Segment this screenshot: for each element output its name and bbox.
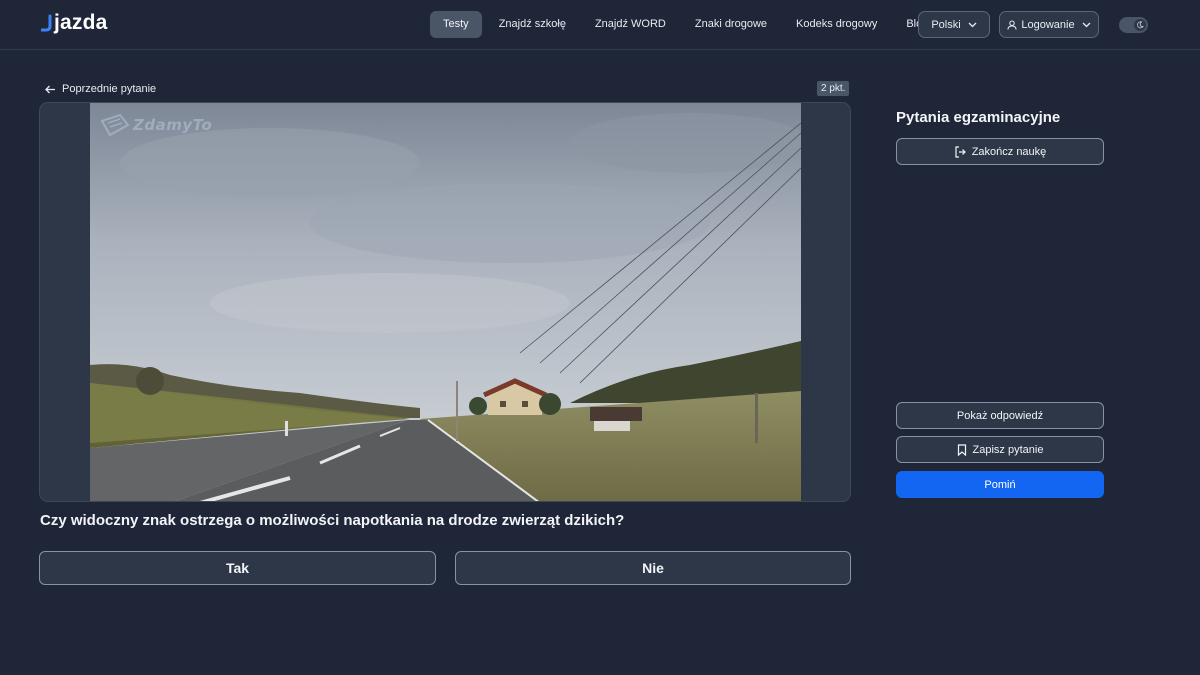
nav-item-find-school[interactable]: Znajdź szkołę bbox=[486, 11, 579, 38]
skip-button[interactable]: Pomiń bbox=[896, 471, 1104, 498]
question-media-frame: ZdamyTo bbox=[39, 102, 851, 502]
save-question-button[interactable]: Zapisz pytanie bbox=[896, 436, 1104, 463]
brand-logo[interactable]: jazda bbox=[41, 10, 108, 36]
watermark-icon bbox=[100, 113, 130, 137]
save-question-label: Zapisz pytanie bbox=[972, 443, 1044, 456]
answer-yes-button[interactable]: Tak bbox=[39, 551, 436, 585]
previous-question-link[interactable]: Poprzednie pytanie bbox=[45, 81, 156, 97]
bookmark-icon bbox=[957, 443, 967, 456]
login-dropdown[interactable]: Logowanie bbox=[999, 11, 1099, 38]
end-learning-label: Zakończ naukę bbox=[971, 145, 1047, 158]
language-label: Polski bbox=[931, 18, 961, 31]
arrow-left-icon bbox=[45, 85, 56, 94]
top-navbar: jazda Testy Znajdź szkołę Znajdź WORD Zn… bbox=[0, 0, 1200, 50]
show-answer-button[interactable]: Pokaż odpowiedź bbox=[896, 402, 1104, 429]
nav-item-tests[interactable]: Testy bbox=[430, 11, 482, 38]
user-icon bbox=[1007, 20, 1017, 30]
nav-item-road-code[interactable]: Kodeks drogowy bbox=[783, 11, 890, 38]
login-label: Logowanie bbox=[1021, 18, 1075, 31]
chevron-down-icon bbox=[1082, 22, 1091, 28]
sidebar-title: Pytania egzaminacyjne bbox=[896, 109, 1061, 126]
question-text: Czy widoczny znak ostrzega o możliwości … bbox=[40, 512, 625, 529]
watermark-logo: ZdamyTo bbox=[100, 113, 212, 137]
theme-toggle[interactable] bbox=[1119, 17, 1148, 33]
logo-mark-icon bbox=[41, 12, 53, 34]
answer-no-button[interactable]: Nie bbox=[455, 551, 851, 585]
chevron-down-icon bbox=[968, 22, 977, 28]
end-learning-button[interactable]: Zakończ naukę bbox=[896, 138, 1104, 165]
watermark-text: ZdamyTo bbox=[133, 116, 213, 134]
exit-icon bbox=[954, 145, 966, 158]
brand-name: jazda bbox=[54, 11, 108, 34]
language-dropdown[interactable]: Polski bbox=[918, 11, 990, 38]
nav-item-road-signs[interactable]: Znaki drogowe bbox=[682, 11, 780, 38]
main-nav: Testy Znajdź szkołę Znajdź WORD Znaki dr… bbox=[430, 11, 941, 38]
moon-icon bbox=[1134, 19, 1146, 31]
previous-question-label: Poprzednie pytanie bbox=[62, 83, 157, 95]
nav-item-find-word[interactable]: Znajdź WORD bbox=[582, 11, 679, 38]
points-badge: 2 pkt. bbox=[817, 81, 850, 96]
question-video[interactable]: ZdamyTo bbox=[90, 103, 801, 501]
